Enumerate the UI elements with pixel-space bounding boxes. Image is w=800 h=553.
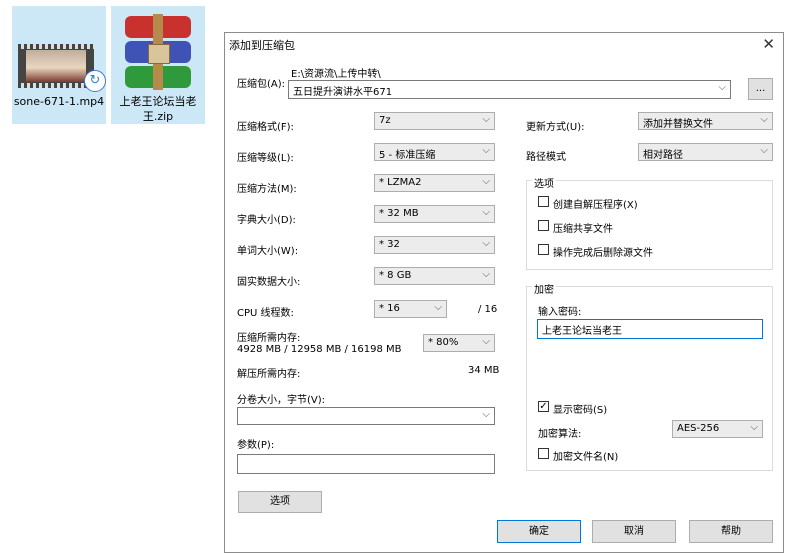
options-button[interactable]: 选项: [238, 491, 322, 513]
format-label: 压缩格式(F):: [237, 122, 294, 133]
dict-select[interactable]: * 32 MB ⌵: [374, 205, 495, 223]
level-label: 压缩等级(L):: [237, 153, 294, 164]
desktop-video-file[interactable]: ↻ sone-671-1.mp4: [12, 6, 106, 124]
help-button[interactable]: 帮助: [689, 520, 773, 543]
sfx-label: 创建自解压程序(X): [553, 200, 638, 211]
ok-button[interactable]: 确定: [497, 520, 581, 543]
add-to-archive-dialog: 添加到压缩包 ✕ 压缩包(A): E:\资源流\上传中转\ 五日提升演讲水平67…: [224, 32, 784, 553]
archive-name-value: 五日提升演讲水平671: [293, 87, 393, 98]
sfx-checkbox[interactable]: [538, 196, 549, 207]
chevron-down-icon: ⌵: [718, 82, 726, 93]
mem-percent-value: * 80%: [428, 337, 459, 348]
dialog-title: 添加到压缩包: [229, 39, 295, 52]
delete-source-label: 操作完成后删除源文件: [553, 248, 653, 259]
method-select[interactable]: * LZMA2 ⌵: [374, 174, 495, 192]
cpu-value: * 16: [379, 303, 400, 314]
dict-label: 字典大小(D):: [237, 215, 296, 226]
chevron-down-icon: ⌵: [482, 114, 490, 125]
mem-comp-value: 4928 MB / 12958 MB / 16198 MB: [237, 344, 402, 355]
password-label: 输入密码:: [538, 307, 582, 318]
dict-value: * 32 MB: [379, 208, 419, 219]
cpu-select[interactable]: * 16 ⌵: [374, 300, 447, 318]
params-label: 参数(P):: [237, 440, 275, 451]
split-combo[interactable]: ⌵: [237, 407, 495, 425]
zip-file-name: 上老王论坛当老王.zip: [119, 95, 197, 123]
encrypt-names-checkbox[interactable]: [538, 448, 549, 459]
video-thumbnail-icon: [18, 44, 94, 88]
chevron-down-icon: ⌵: [482, 409, 490, 420]
archive-path: E:\资源流\上传中转\: [291, 69, 381, 80]
chevron-down-icon: ⌵: [760, 145, 768, 156]
archive-label: 压缩包(A):: [237, 79, 286, 90]
chevron-down-icon: ⌵: [750, 422, 758, 433]
chevron-down-icon: ⌵: [482, 238, 490, 249]
encrypt-names-label: 加密文件名(N): [553, 452, 619, 463]
mem-comp-label: 压缩所需内存:: [237, 333, 301, 344]
level-select[interactable]: 5 - 标准压缩 ⌵: [374, 143, 495, 161]
delete-source-checkbox[interactable]: [538, 244, 549, 255]
chevron-down-icon: ⌵: [482, 176, 490, 187]
solid-value: * 8 GB: [379, 270, 412, 281]
sync-badge-icon: ↻: [84, 70, 106, 92]
encryption-group-title: 加密: [532, 281, 556, 296]
video-file-name: sone-671-1.mp4: [13, 95, 105, 108]
password-input[interactable]: 上老王论坛当老王: [537, 319, 763, 339]
solid-label: 固实数据大小:: [237, 277, 301, 288]
chevron-down-icon: ⌵: [482, 145, 490, 156]
mem-decomp-label: 解压所需内存:: [237, 369, 301, 380]
chevron-down-icon: ⌵: [434, 302, 442, 313]
update-label: 更新方式(U):: [526, 122, 585, 133]
word-select[interactable]: * 32 ⌵: [374, 236, 495, 254]
show-password-checkbox[interactable]: ✓: [538, 401, 549, 412]
format-value: 7z: [379, 115, 391, 126]
close-icon[interactable]: ✕: [762, 35, 775, 53]
chevron-down-icon: ⌵: [482, 269, 490, 280]
solid-select[interactable]: * 8 GB ⌵: [374, 267, 495, 285]
desktop-zip-file[interactable]: 上老王论坛当老王.zip: [111, 6, 205, 124]
archive-name-combo[interactable]: 五日提升演讲水平671 ⌵: [288, 80, 731, 99]
params-input[interactable]: [237, 454, 495, 474]
show-password-label: 显示密码(S): [553, 405, 608, 416]
format-select[interactable]: 7z ⌵: [374, 112, 495, 130]
shared-checkbox[interactable]: [538, 220, 549, 231]
mem-percent-select[interactable]: * 80% ⌵: [423, 334, 495, 352]
password-value: 上老王论坛当老王: [542, 326, 622, 337]
method-value: * LZMA2: [379, 177, 422, 188]
update-select[interactable]: 添加并替换文件 ⌵: [638, 112, 773, 130]
browse-button[interactable]: ...: [748, 78, 773, 100]
mem-decomp-value: 34 MB: [468, 365, 500, 376]
method-label: 压缩方法(M):: [237, 184, 297, 195]
word-label: 单词大小(W):: [237, 246, 299, 257]
cancel-button[interactable]: 取消: [592, 520, 676, 543]
chevron-down-icon: ⌵: [482, 207, 490, 218]
shared-label: 压缩共享文件: [553, 224, 613, 235]
path-mode-value: 相对路径: [643, 150, 683, 161]
chevron-down-icon: ⌵: [482, 336, 490, 347]
path-mode-label: 路径模式: [526, 152, 566, 163]
winrar-archive-icon: [121, 14, 195, 90]
enc-method-label: 加密算法:: [538, 429, 582, 440]
update-value: 添加并替换文件: [643, 119, 713, 130]
level-value: 5 - 标准压缩: [379, 150, 436, 161]
enc-method-select[interactable]: AES-256 ⌵: [672, 420, 763, 438]
options-group-title: 选项: [532, 175, 556, 190]
enc-method-value: AES-256: [677, 423, 720, 434]
word-value: * 32: [379, 239, 400, 250]
chevron-down-icon: ⌵: [760, 114, 768, 125]
split-label: 分卷大小，字节(V):: [237, 395, 326, 406]
path-mode-select[interactable]: 相对路径 ⌵: [638, 143, 773, 161]
cpu-label: CPU 线程数:: [237, 308, 294, 319]
cpu-total: / 16: [478, 304, 498, 315]
